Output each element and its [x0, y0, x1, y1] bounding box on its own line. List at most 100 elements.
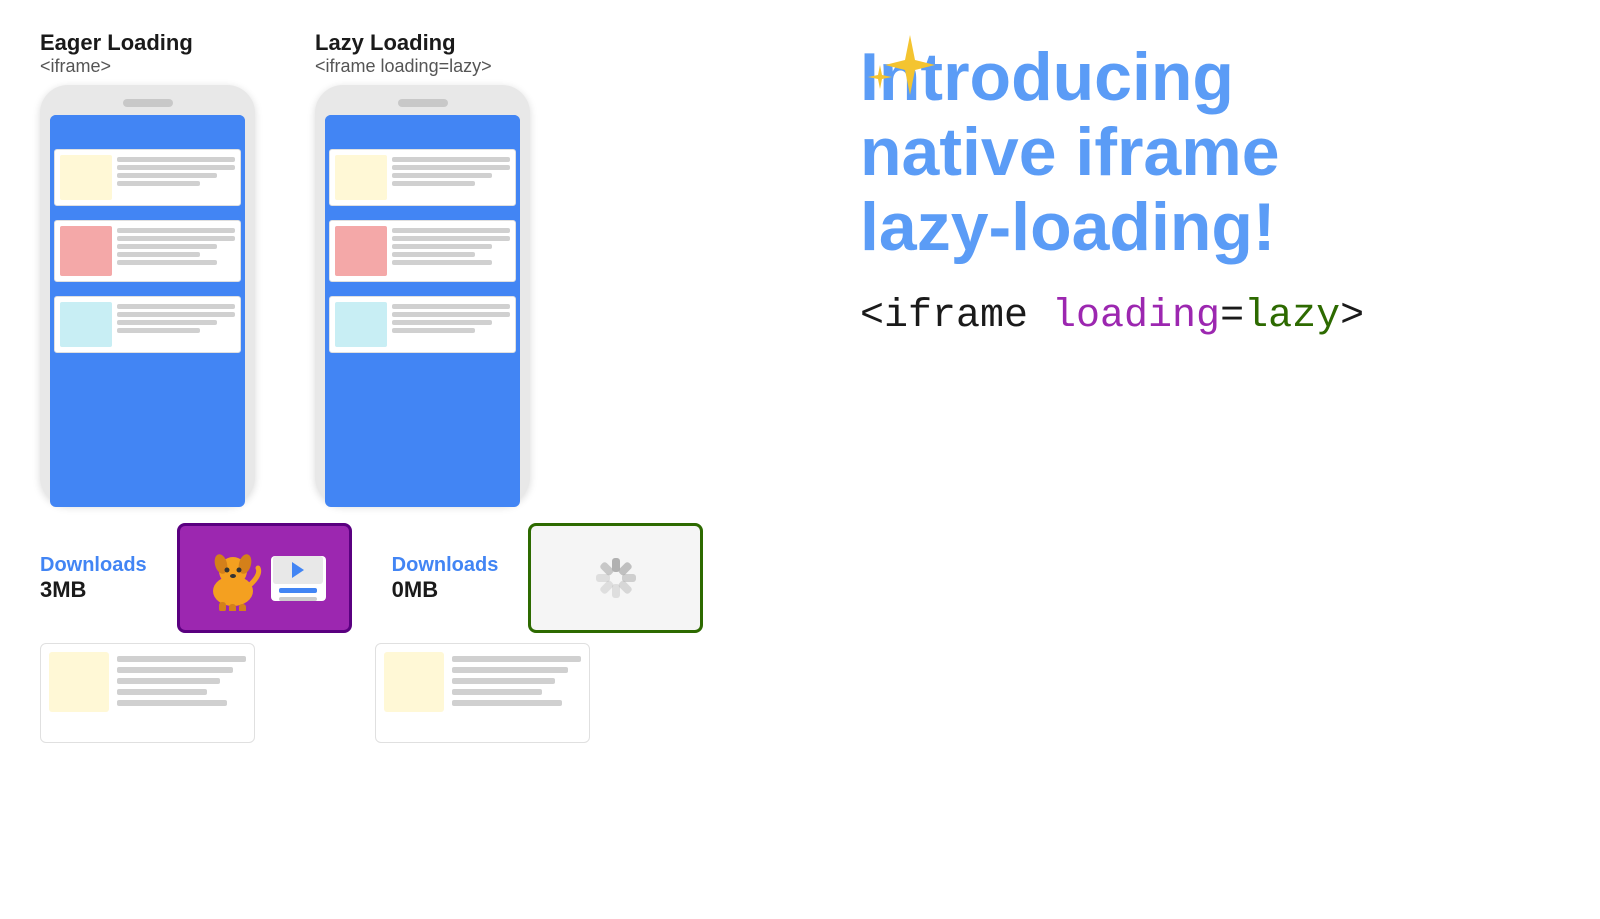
- card-line: [392, 244, 492, 249]
- divider-1-lazy: [329, 212, 516, 214]
- bottom-card-line: [452, 678, 555, 684]
- eager-bottom-card: [40, 643, 255, 743]
- card-line: [392, 252, 475, 257]
- diagrams-section: Eager Loading <iframe>: [40, 30, 800, 743]
- bottom-card-image-eager: [49, 652, 109, 712]
- card-line: [392, 312, 510, 317]
- eager-downloads-size: 3MB: [40, 577, 147, 603]
- bottom-card-line: [452, 689, 542, 695]
- bottom-card-line: [117, 700, 227, 706]
- eager-label: Eager Loading <iframe>: [40, 30, 193, 77]
- screen-card-2-lazy: [329, 220, 516, 282]
- sparkle-decoration: [855, 30, 945, 120]
- lazy-title: Lazy Loading: [315, 30, 492, 56]
- eager-phone-frame: [40, 85, 255, 505]
- bottom-card-line: [117, 689, 207, 695]
- card-lines-1-lazy: [392, 155, 510, 186]
- lazy-downloads-label: Downloads: [392, 554, 499, 577]
- card-line: [392, 165, 510, 170]
- eager-downloads-info: Downloads 3MB: [40, 554, 147, 603]
- card-line: [392, 328, 475, 333]
- screen-top-bar-eager: [50, 115, 245, 143]
- lazy-downloads-size: 0MB: [392, 577, 499, 603]
- video-icon-box: [271, 556, 326, 601]
- card-line: [392, 173, 492, 178]
- screen-card-1-lazy: [329, 149, 516, 206]
- bottom-card-image-lazy: [384, 652, 444, 712]
- screen-card-3-lazy: [329, 296, 516, 353]
- bottom-cards-row: [40, 643, 800, 743]
- lazy-downloads-info: Downloads 0MB: [392, 554, 499, 603]
- headline-line3: lazy-loading!: [860, 190, 1560, 265]
- lazy-phone-frame: [315, 85, 530, 505]
- bottom-card-line: [452, 667, 568, 673]
- lazy-label: Lazy Loading <iframe loading=lazy>: [315, 30, 492, 77]
- card-lines-2-lazy: [392, 226, 510, 265]
- play-triangle: [292, 562, 304, 578]
- card-image-yellow-lazy: [335, 155, 387, 200]
- card-line: [117, 181, 200, 186]
- eager-phone-screen: [50, 115, 245, 507]
- bottom-card-line: [117, 678, 220, 684]
- card-line: [392, 260, 492, 265]
- headline-line2: native iframe: [860, 115, 1560, 190]
- eager-iframe-preview: [177, 523, 352, 633]
- card-lines-3-eager: [117, 302, 235, 333]
- screen-card-1-eager: [54, 149, 241, 206]
- bottom-card-lines-eager: [117, 652, 246, 734]
- lazy-bottom-card: [375, 643, 590, 743]
- eager-downloads-label: Downloads: [40, 554, 147, 577]
- headline-text: Introducing native iframe lazy-loading!: [860, 40, 1560, 264]
- card-image-red-eager: [60, 226, 112, 276]
- card-line: [117, 236, 235, 241]
- bottom-card-line: [117, 667, 233, 673]
- card-line: [392, 181, 475, 186]
- phones-row: Eager Loading <iframe>: [40, 30, 800, 505]
- bottom-card-line: [452, 700, 562, 706]
- card-line: [392, 304, 510, 309]
- dog-icon: [203, 546, 263, 611]
- divider-1-eager: [54, 212, 241, 214]
- loading-spinner-icon: [581, 543, 651, 613]
- eager-column: Eager Loading <iframe>: [40, 30, 255, 505]
- downloads-row: Downloads 3MB: [40, 523, 800, 633]
- lazy-phone-screen: [325, 115, 520, 507]
- headline-line1: Introducing: [860, 40, 1560, 115]
- card-line: [117, 320, 217, 325]
- code-loading-part: loading: [1052, 294, 1220, 339]
- eager-subtitle: <iframe>: [40, 56, 193, 77]
- eager-iframe-content: [203, 546, 326, 611]
- video-bar: [279, 588, 317, 593]
- screen-card-2-eager: [54, 220, 241, 282]
- bottom-card-lines-lazy: [452, 652, 581, 734]
- card-lines-2-eager: [117, 226, 235, 265]
- code-angle-part: >: [1340, 294, 1364, 339]
- phone-notch-eager: [123, 99, 173, 107]
- video-bar-2: [279, 597, 317, 601]
- screen-card-3-eager: [54, 296, 241, 353]
- card-line: [392, 228, 510, 233]
- card-line: [392, 320, 492, 325]
- card-lines-1-eager: [117, 155, 235, 186]
- divider-2-lazy: [329, 288, 516, 290]
- card-image-blue-lazy: [335, 302, 387, 347]
- card-image-yellow-eager: [60, 155, 112, 200]
- phone-notch-lazy: [398, 99, 448, 107]
- lazy-iframe-preview: [528, 523, 703, 633]
- code-snippet: <iframe loading=lazy>: [860, 294, 1560, 339]
- card-line: [117, 260, 217, 265]
- card-line: [117, 244, 217, 249]
- card-line: [392, 157, 510, 162]
- eager-title: Eager Loading: [40, 30, 193, 56]
- card-image-red-lazy: [335, 226, 387, 276]
- code-iframe-part: <iframe: [860, 294, 1052, 339]
- card-image-blue-eager: [60, 302, 112, 347]
- card-line: [117, 312, 235, 317]
- main-container: Eager Loading <iframe>: [0, 0, 1600, 919]
- bottom-card-line: [117, 656, 246, 662]
- card-line: [392, 236, 510, 241]
- screen-top-bar-lazy: [325, 115, 520, 143]
- lazy-column: Lazy Loading <iframe loading=lazy>: [315, 30, 530, 505]
- card-line: [117, 252, 200, 257]
- card-lines-3-lazy: [392, 302, 510, 333]
